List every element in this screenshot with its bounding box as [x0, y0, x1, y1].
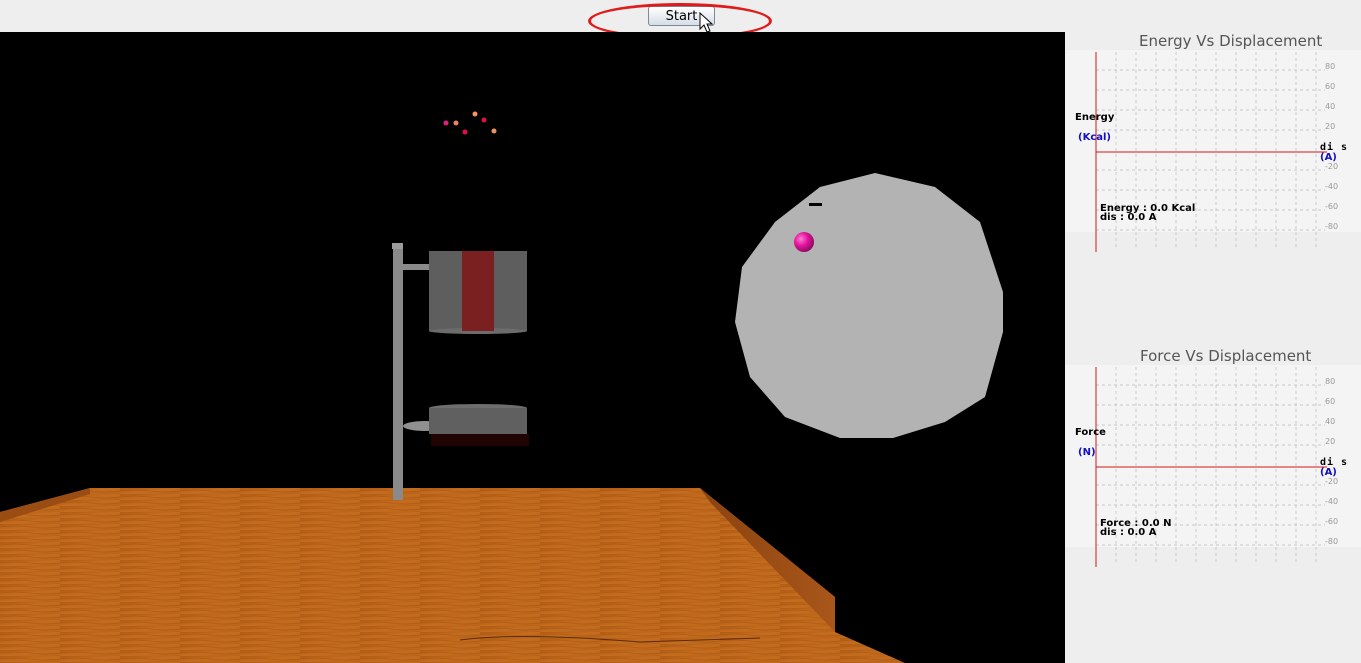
scene-canvas [0, 111, 1003, 663]
force-readout: Force : 0.0 N dis : 0.0 A [1100, 519, 1171, 538]
y-axis-unit: (Kcal) [1078, 132, 1111, 143]
tick-label: 20 [1325, 122, 1336, 131]
tick-label: -60 [1325, 202, 1339, 211]
tick-label: -80 [1325, 222, 1339, 231]
tick-label: -20 [1325, 162, 1339, 171]
vapor-particles [443, 111, 497, 135]
energy-plot-area [1065, 50, 1361, 252]
graph-title: Energy Vs Displacement [1139, 32, 1323, 50]
y-axis-unit: (N) [1078, 447, 1096, 458]
x-axis-unit: (A) [1320, 152, 1337, 163]
tick-label: 80 [1325, 62, 1336, 71]
tick-label: -40 [1325, 497, 1339, 506]
tick-label: 40 [1325, 417, 1336, 426]
lower-cylinder [429, 404, 529, 446]
simulation-viewport[interactable] [0, 32, 1065, 663]
energy-graph: Energy Vs Displacement 80 60 40 20 -20 -… [1065, 32, 1361, 262]
y-axis-label: Force [1075, 427, 1106, 438]
graphs-panel: Energy Vs Displacement 80 60 40 20 -20 -… [1065, 32, 1361, 663]
tick-label: -80 [1325, 537, 1339, 546]
wooden-table [0, 488, 905, 663]
tick-label: 60 [1325, 397, 1336, 406]
tick-label: -60 [1325, 517, 1339, 526]
y-axis-label: Energy [1075, 112, 1115, 123]
tick-label: 40 [1325, 102, 1336, 111]
graph-title: Force Vs Displacement [1140, 347, 1312, 365]
upper-cylinder [429, 251, 527, 334]
tick-label: 60 [1325, 82, 1336, 91]
toolbar: Start [0, 0, 1361, 39]
mouse-cursor-icon [699, 12, 714, 33]
tick-label: -40 [1325, 182, 1339, 191]
force-graph: Force Vs Displacement 80 60 40 20 -20 -4… [1065, 347, 1361, 587]
displacement-value-text: dis : 0.0 A [1100, 527, 1157, 538]
tick-label: 20 [1325, 437, 1336, 446]
displacement-value-text: dis : 0.0 A [1100, 212, 1157, 223]
tick-label: 80 [1325, 377, 1336, 386]
zoom-view-sphere [735, 173, 1003, 438]
tick-label: -20 [1325, 477, 1339, 486]
energy-readout: Energy : 0.0 Kcal dis : 0.0 A [1100, 204, 1195, 223]
x-axis-unit: (A) [1320, 467, 1337, 478]
force-plot-area [1065, 365, 1361, 567]
